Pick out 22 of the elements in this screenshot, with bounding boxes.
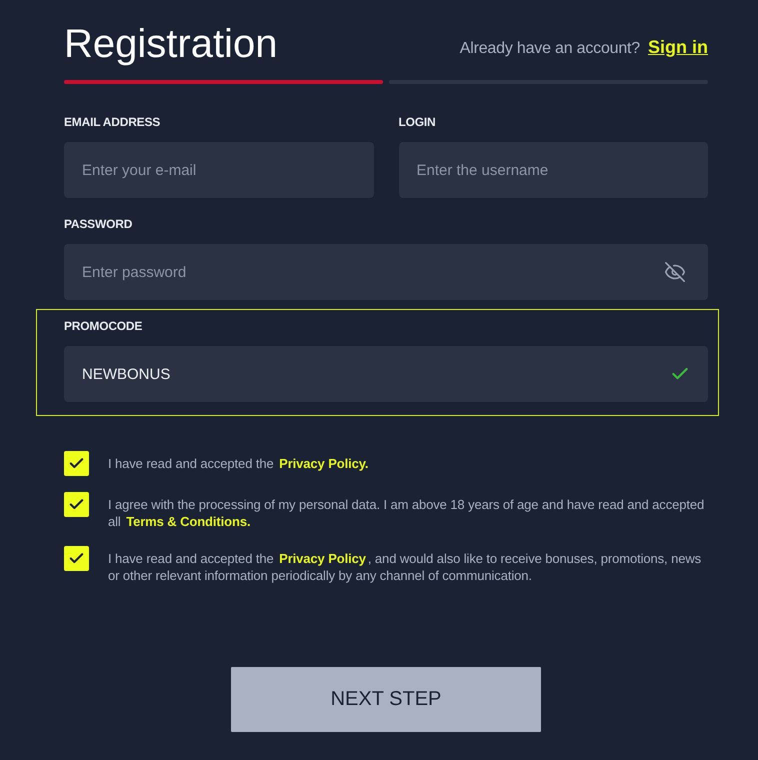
consent-link[interactable]: Terms & Conditions. (124, 514, 252, 529)
checkbox[interactable] (64, 546, 89, 571)
field-label: EMAIL ADDRESS (64, 115, 162, 129)
checkbox[interactable] (64, 451, 89, 476)
input-field[interactable]: Enter the username (398, 142, 708, 198)
promo-code-field[interactable]: NEWBONUS (64, 346, 708, 402)
consent-text: I have read and accepted the Privacy Policy. (108, 455, 372, 472)
page-title: Registration (64, 21, 278, 68)
consent-text: I have read and accepted the Privacy Policy, and would also like to receive bonuses, promotions, news or other relevant information periodically by any channel of communication. (108, 550, 702, 584)
consent-text: I agree with the processing of my personal data. I am above 18 years of age and have read and accepted all Terms & Conditions. (108, 496, 706, 530)
field-label: PROMOCODE (64, 319, 144, 333)
consent-link[interactable]: Privacy Policy. (277, 456, 370, 471)
input-field[interactable]: Enter your e-mail (64, 142, 374, 198)
sign-in-link[interactable]: Sign in (648, 37, 708, 58)
consent-link[interactable]: Privacy Policy (277, 551, 368, 566)
password-field[interactable]: Enter password (64, 244, 708, 300)
checkbox[interactable] (64, 492, 89, 517)
eye-off-icon[interactable] (664, 261, 686, 283)
next-step-button[interactable]: NEXT STEP (231, 667, 541, 732)
field-label: PASSWORD (64, 217, 134, 231)
field-label: LOGIN (398, 115, 436, 129)
account-prompt: Already have an account? (460, 40, 640, 58)
